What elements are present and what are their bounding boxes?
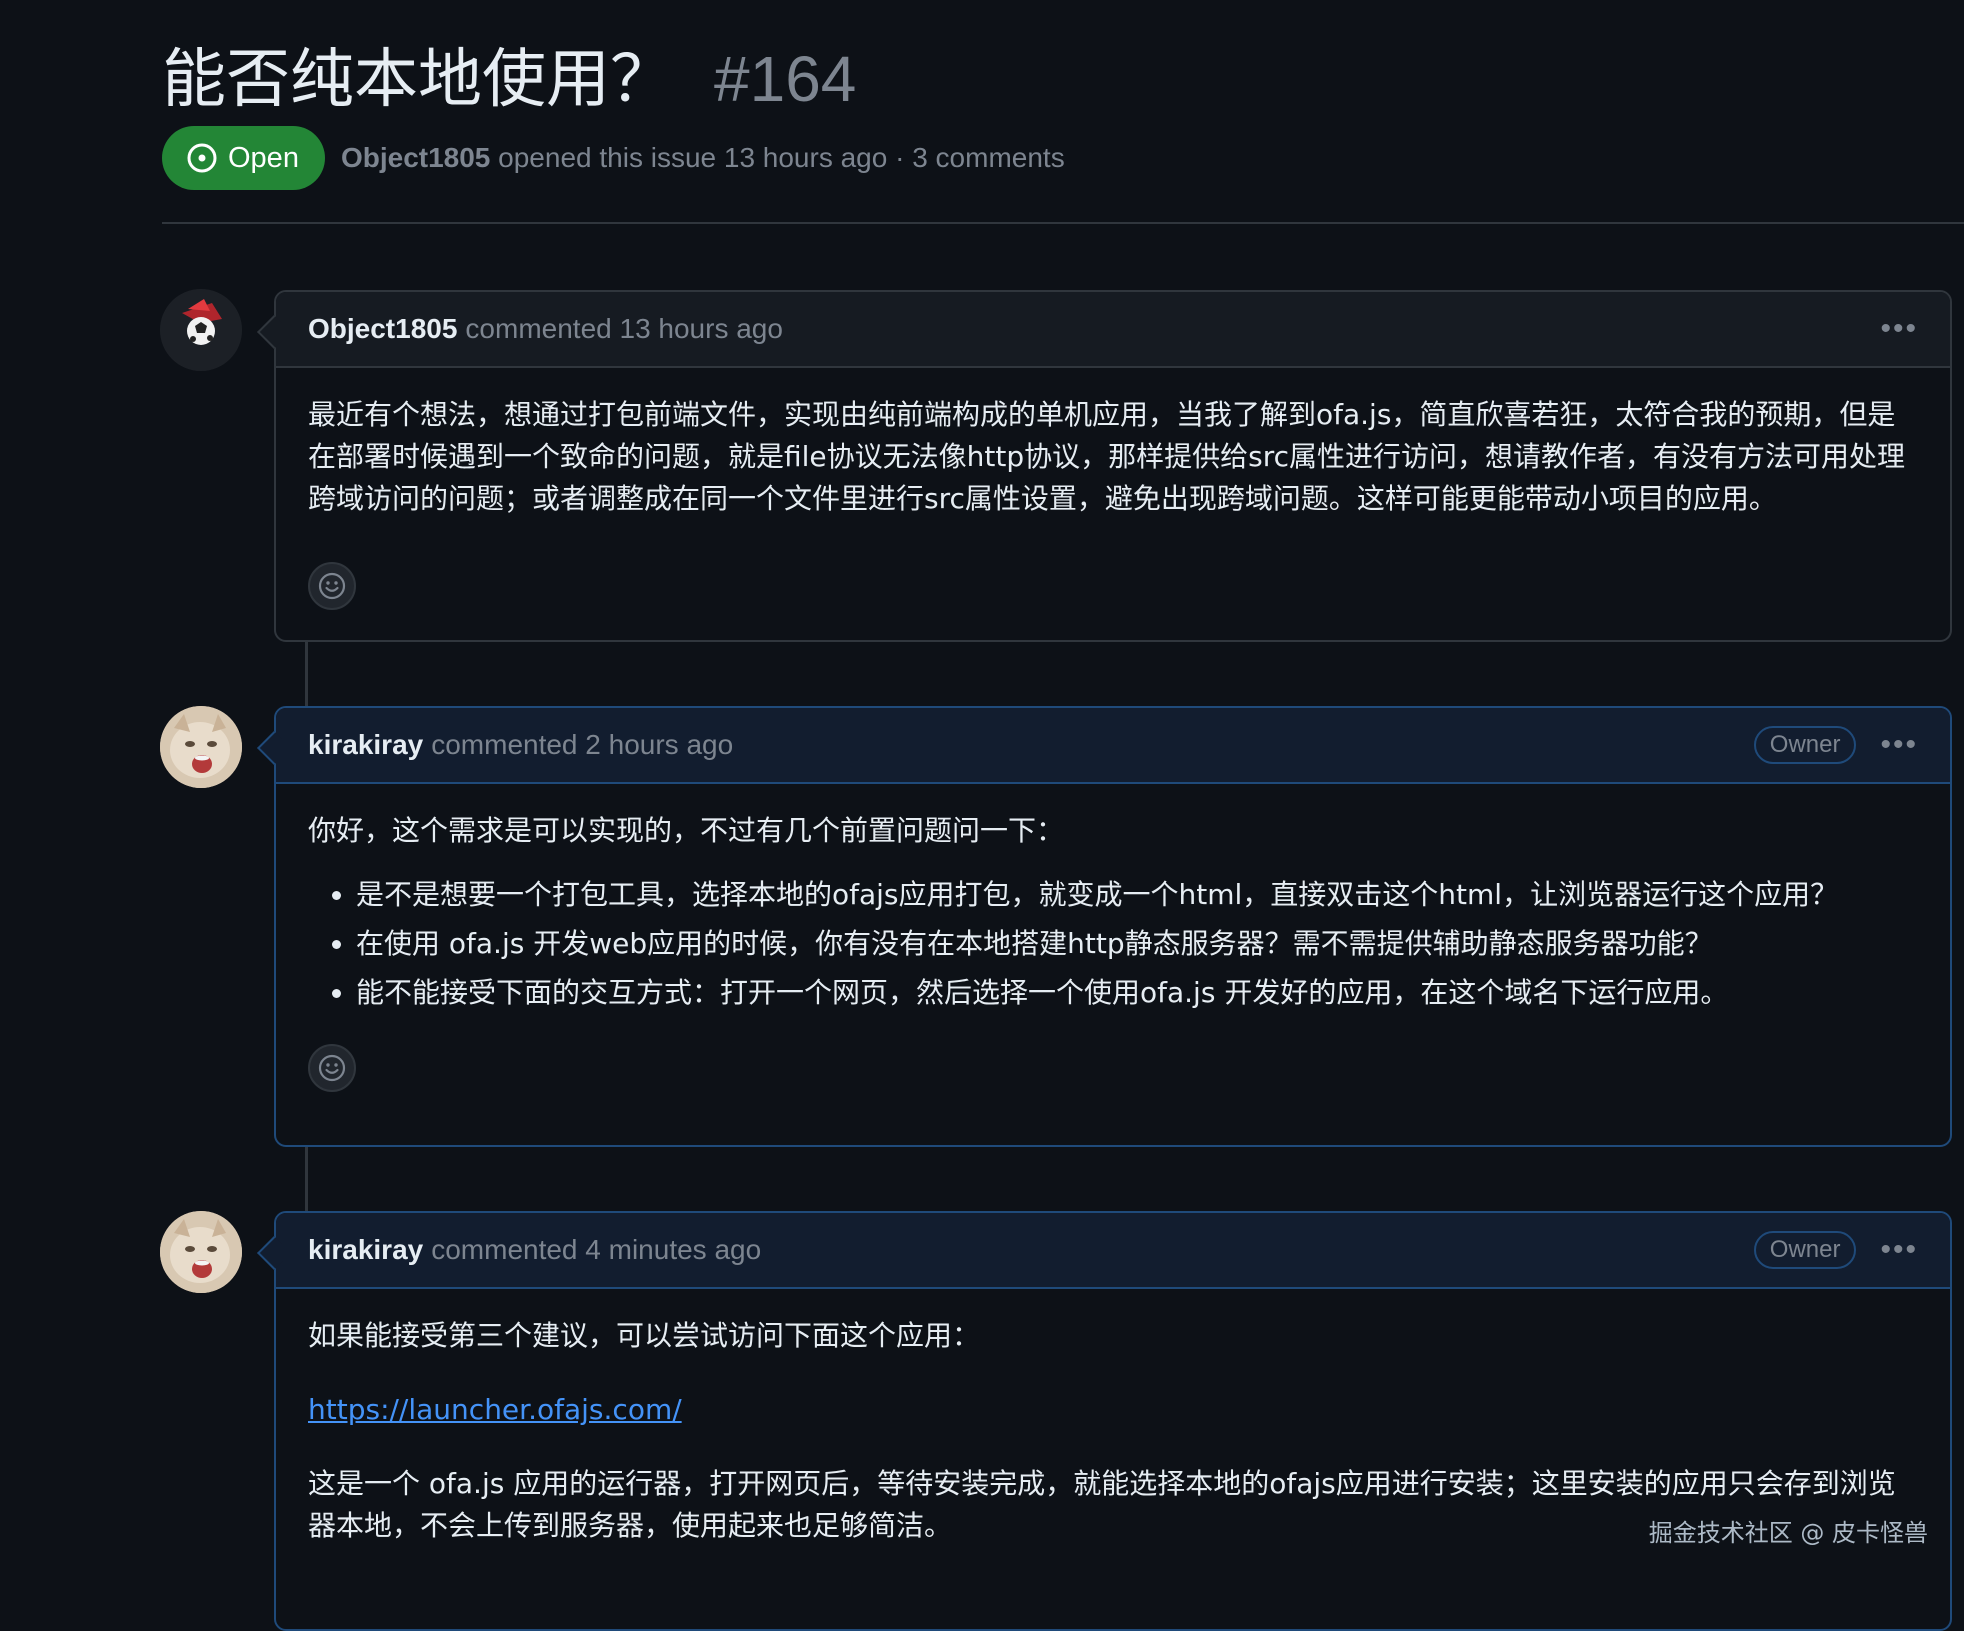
more-options-icon[interactable]: ••• — [1880, 1233, 1918, 1267]
avatar-kirakiray[interactable] — [160, 1211, 242, 1293]
avatar-kirakiray[interactable] — [160, 706, 242, 788]
issue-author-link[interactable]: Object1805 — [341, 142, 490, 173]
owner-badge: Owner — [1753, 1231, 1857, 1269]
avatar-cat-image — [160, 1211, 242, 1293]
owner-badge: Owner — [1753, 726, 1857, 764]
list-item: 能不能接受下面的交互方式：打开一个网页，然后选择一个使用ofa.js 开发好的应… — [356, 972, 1918, 1014]
comment-text: 最近有个想法，想通过打包前端文件，实现由纯前端构成的单机应用，当我了解到ofa.… — [308, 398, 1906, 515]
header-divider — [162, 222, 1964, 224]
issue-number: #164 — [714, 43, 857, 115]
comment-card: kirakiray commented 2 hours ago Owner ••… — [257, 706, 1952, 1147]
issue-state-badge: Open — [162, 126, 325, 190]
add-reaction-button[interactable] — [308, 562, 356, 610]
launcher-link-paragraph: https://launcher.ofajs.com/ — [308, 1389, 1918, 1431]
comment-header: kirakiray commented 2 hours ago Owner ••… — [276, 708, 1950, 784]
list-item: 在使用 ofa.js 开发web应用的时候，你有没有在本地搭建http静态服务器… — [356, 923, 1918, 965]
smiley-icon — [318, 1054, 346, 1082]
comment-header-actions: Owner ••• — [1753, 726, 1918, 764]
comment-bullet-list: 是不是想要一个打包工具，选择本地的ofajs应用打包，就变成一个html，直接双… — [308, 874, 1918, 1014]
comment-author[interactable]: kirakiray — [308, 1234, 423, 1266]
comment-card: kirakiray commented 4 minutes ago Owner … — [257, 1211, 1952, 1631]
comment-header-actions: Owner ••• — [1753, 1231, 1918, 1269]
comment-intro: 如果能接受第三个建议，可以尝试访问下面这个应用： — [308, 1319, 981, 1352]
comment-body: 你好，这个需求是可以实现的，不过有几个前置问题问一下： 是不是想要一个打包工具，… — [276, 784, 1950, 1116]
issue-meta-row: Open Object1805 opened this issue 13 hou… — [162, 126, 1065, 190]
more-options-icon[interactable]: ••• — [1880, 728, 1918, 762]
comment-timestamp[interactable]: commented 2 hours ago — [431, 729, 733, 761]
avatar-soccer-ball-image — [160, 289, 242, 371]
timeline-connector — [305, 1146, 308, 1218]
issue-title: 能否纯本地使用？ — [162, 43, 674, 117]
issue-open-icon — [187, 143, 217, 173]
comment-author[interactable]: Object1805 — [308, 313, 457, 345]
comment-header: kirakiray commented 4 minutes ago Owner … — [276, 1213, 1950, 1289]
comment-card: Object1805 commented 13 hours ago ••• 最近… — [257, 290, 1952, 642]
comment-body: 最近有个想法，想通过打包前端文件，实现由纯前端构成的单机应用，当我了解到ofa.… — [276, 368, 1950, 634]
issue-title-row: 能否纯本地使用？ #164 — [162, 28, 856, 120]
avatar-cat-image — [160, 706, 242, 788]
comment-header-actions: ••• — [1880, 312, 1918, 346]
issue-state-label: Open — [228, 141, 299, 174]
avatar-object1805[interactable] — [160, 289, 242, 371]
comment-intro: 你好，这个需求是可以实现的，不过有几个前置问题问一下： — [308, 814, 1065, 847]
issue-meta-suffix: opened this issue 13 hours ago · 3 comme… — [498, 142, 1065, 173]
comment-timestamp[interactable]: commented 13 hours ago — [465, 313, 783, 345]
comment-timestamp[interactable]: commented 4 minutes ago — [431, 1234, 761, 1266]
more-options-icon[interactable]: ••• — [1880, 312, 1918, 346]
launcher-link[interactable]: https://launcher.ofajs.com/ — [308, 1393, 682, 1426]
comment-header: Object1805 commented 13 hours ago ••• — [276, 292, 1950, 368]
add-reaction-button[interactable] — [308, 1044, 356, 1092]
list-item: 是不是想要一个打包工具，选择本地的ofajs应用打包，就变成一个html，直接双… — [356, 874, 1918, 916]
issue-meta-text: Object1805 opened this issue 13 hours ag… — [341, 142, 1065, 174]
smiley-icon — [318, 572, 346, 600]
timeline-connector — [305, 641, 308, 713]
comment-author[interactable]: kirakiray — [308, 729, 423, 761]
watermark: 掘金技术社区 @ 皮卡怪兽 — [1648, 1519, 1928, 1547]
